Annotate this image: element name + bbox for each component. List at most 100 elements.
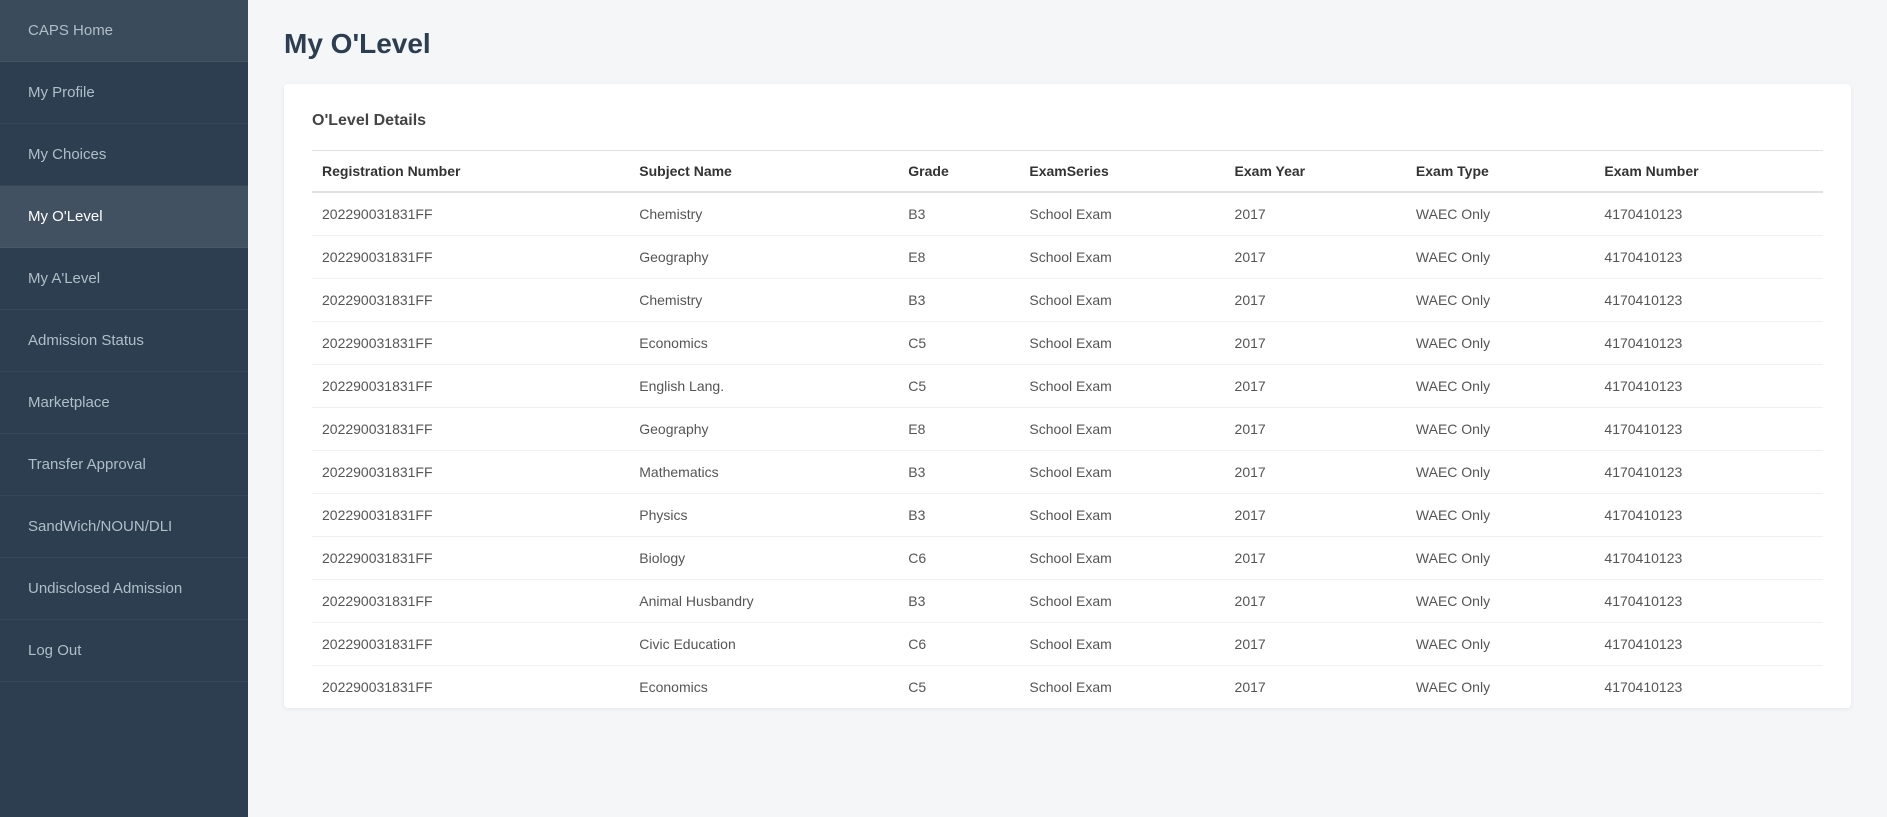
- cell-5: WAEC Only: [1406, 408, 1595, 451]
- cell-1: Animal Husbandry: [629, 580, 898, 623]
- cell-2: B3: [898, 192, 1019, 236]
- cell-2: C6: [898, 623, 1019, 666]
- cell-5: WAEC Only: [1406, 365, 1595, 408]
- table-row: 202290031831FFBiologyC6School Exam2017WA…: [312, 537, 1823, 580]
- cell-5: WAEC Only: [1406, 537, 1595, 580]
- cell-3: School Exam: [1019, 322, 1224, 365]
- sidebar-item-sandwich-noun-dli[interactable]: SandWich/NOUN/DLI: [0, 496, 248, 558]
- cell-0: 202290031831FF: [312, 408, 629, 451]
- cell-2: E8: [898, 408, 1019, 451]
- cell-6: 4170410123: [1594, 365, 1823, 408]
- cell-2: E8: [898, 236, 1019, 279]
- cell-6: 4170410123: [1594, 322, 1823, 365]
- cell-5: WAEC Only: [1406, 279, 1595, 322]
- cell-6: 4170410123: [1594, 666, 1823, 709]
- table-row: 202290031831FFGeographyE8School Exam2017…: [312, 408, 1823, 451]
- cell-2: B3: [898, 494, 1019, 537]
- cell-6: 4170410123: [1594, 537, 1823, 580]
- cell-5: WAEC Only: [1406, 236, 1595, 279]
- cell-1: Geography: [629, 408, 898, 451]
- cell-2: C5: [898, 666, 1019, 709]
- cell-6: 4170410123: [1594, 192, 1823, 236]
- table-row: 202290031831FFChemistryB3School Exam2017…: [312, 279, 1823, 322]
- cell-1: Geography: [629, 236, 898, 279]
- cell-2: C5: [898, 322, 1019, 365]
- sidebar-item-my-olevel[interactable]: My O'Level: [0, 186, 248, 248]
- cell-3: School Exam: [1019, 451, 1224, 494]
- sidebar-item-my-choices[interactable]: My Choices: [0, 124, 248, 186]
- table-row: 202290031831FFMathematicsB3School Exam20…: [312, 451, 1823, 494]
- table-row: 202290031831FFEconomicsC5School Exam2017…: [312, 666, 1823, 709]
- sidebar-item-my-alevel[interactable]: My A'Level: [0, 248, 248, 310]
- olevel-table: Registration NumberSubject NameGradeExam…: [312, 150, 1823, 708]
- cell-6: 4170410123: [1594, 451, 1823, 494]
- cell-6: 4170410123: [1594, 580, 1823, 623]
- cell-3: School Exam: [1019, 537, 1224, 580]
- cell-4: 2017: [1225, 408, 1406, 451]
- sidebar-item-undisclosed-admission[interactable]: Undisclosed Admission: [0, 558, 248, 620]
- cell-1: Physics: [629, 494, 898, 537]
- cell-4: 2017: [1225, 537, 1406, 580]
- cell-1: English Lang.: [629, 365, 898, 408]
- cell-0: 202290031831FF: [312, 192, 629, 236]
- cell-4: 2017: [1225, 580, 1406, 623]
- cell-0: 202290031831FF: [312, 537, 629, 580]
- cell-4: 2017: [1225, 666, 1406, 709]
- sidebar-item-caps-home[interactable]: CAPS Home: [0, 0, 248, 62]
- cell-0: 202290031831FF: [312, 322, 629, 365]
- card-header: O'Level Details: [312, 112, 1823, 130]
- cell-5: WAEC Only: [1406, 580, 1595, 623]
- cell-5: WAEC Only: [1406, 192, 1595, 236]
- col-header-grade: Grade: [898, 151, 1019, 193]
- cell-5: WAEC Only: [1406, 666, 1595, 709]
- table-row: 202290031831FFCivic EducationC6School Ex…: [312, 623, 1823, 666]
- table-row: 202290031831FFPhysicsB3School Exam2017WA…: [312, 494, 1823, 537]
- table-body: 202290031831FFChemistryB3School Exam2017…: [312, 192, 1823, 708]
- cell-0: 202290031831FF: [312, 279, 629, 322]
- table-header: Registration NumberSubject NameGradeExam…: [312, 151, 1823, 193]
- cell-2: C6: [898, 537, 1019, 580]
- cell-1: Biology: [629, 537, 898, 580]
- cell-6: 4170410123: [1594, 623, 1823, 666]
- cell-6: 4170410123: [1594, 279, 1823, 322]
- cell-1: Civic Education: [629, 623, 898, 666]
- cell-4: 2017: [1225, 192, 1406, 236]
- sidebar-item-admission-status[interactable]: Admission Status: [0, 310, 248, 372]
- cell-2: B3: [898, 279, 1019, 322]
- main-content: My O'Level O'Level Details Registration …: [248, 0, 1887, 817]
- table-row: 202290031831FFEconomicsC5School Exam2017…: [312, 322, 1823, 365]
- cell-6: 4170410123: [1594, 236, 1823, 279]
- table-row: 202290031831FFEnglish Lang.C5School Exam…: [312, 365, 1823, 408]
- cell-3: School Exam: [1019, 666, 1224, 709]
- page-title: My O'Level: [284, 28, 1851, 60]
- cell-5: WAEC Only: [1406, 494, 1595, 537]
- cell-2: B3: [898, 580, 1019, 623]
- sidebar-item-transfer-approval[interactable]: Transfer Approval: [0, 434, 248, 496]
- sidebar-item-my-profile[interactable]: My Profile: [0, 62, 248, 124]
- cell-4: 2017: [1225, 322, 1406, 365]
- cell-0: 202290031831FF: [312, 451, 629, 494]
- cell-4: 2017: [1225, 279, 1406, 322]
- cell-6: 4170410123: [1594, 494, 1823, 537]
- sidebar-item-log-out[interactable]: Log Out: [0, 620, 248, 682]
- cell-3: School Exam: [1019, 494, 1224, 537]
- cell-1: Mathematics: [629, 451, 898, 494]
- cell-5: WAEC Only: [1406, 451, 1595, 494]
- cell-4: 2017: [1225, 623, 1406, 666]
- cell-6: 4170410123: [1594, 408, 1823, 451]
- sidebar: CAPS HomeMy ProfileMy ChoicesMy O'LevelM…: [0, 0, 248, 817]
- table-row: 202290031831FFAnimal HusbandryB3School E…: [312, 580, 1823, 623]
- col-header-exam-year: Exam Year: [1225, 151, 1406, 193]
- table-row: 202290031831FFChemistryB3School Exam2017…: [312, 192, 1823, 236]
- cell-0: 202290031831FF: [312, 623, 629, 666]
- cell-1: Economics: [629, 322, 898, 365]
- cell-4: 2017: [1225, 451, 1406, 494]
- col-header-registration-number: Registration Number: [312, 151, 629, 193]
- cell-4: 2017: [1225, 494, 1406, 537]
- sidebar-item-marketplace[interactable]: Marketplace: [0, 372, 248, 434]
- cell-0: 202290031831FF: [312, 494, 629, 537]
- cell-2: B3: [898, 451, 1019, 494]
- cell-1: Chemistry: [629, 279, 898, 322]
- cell-3: School Exam: [1019, 580, 1224, 623]
- cell-1: Economics: [629, 666, 898, 709]
